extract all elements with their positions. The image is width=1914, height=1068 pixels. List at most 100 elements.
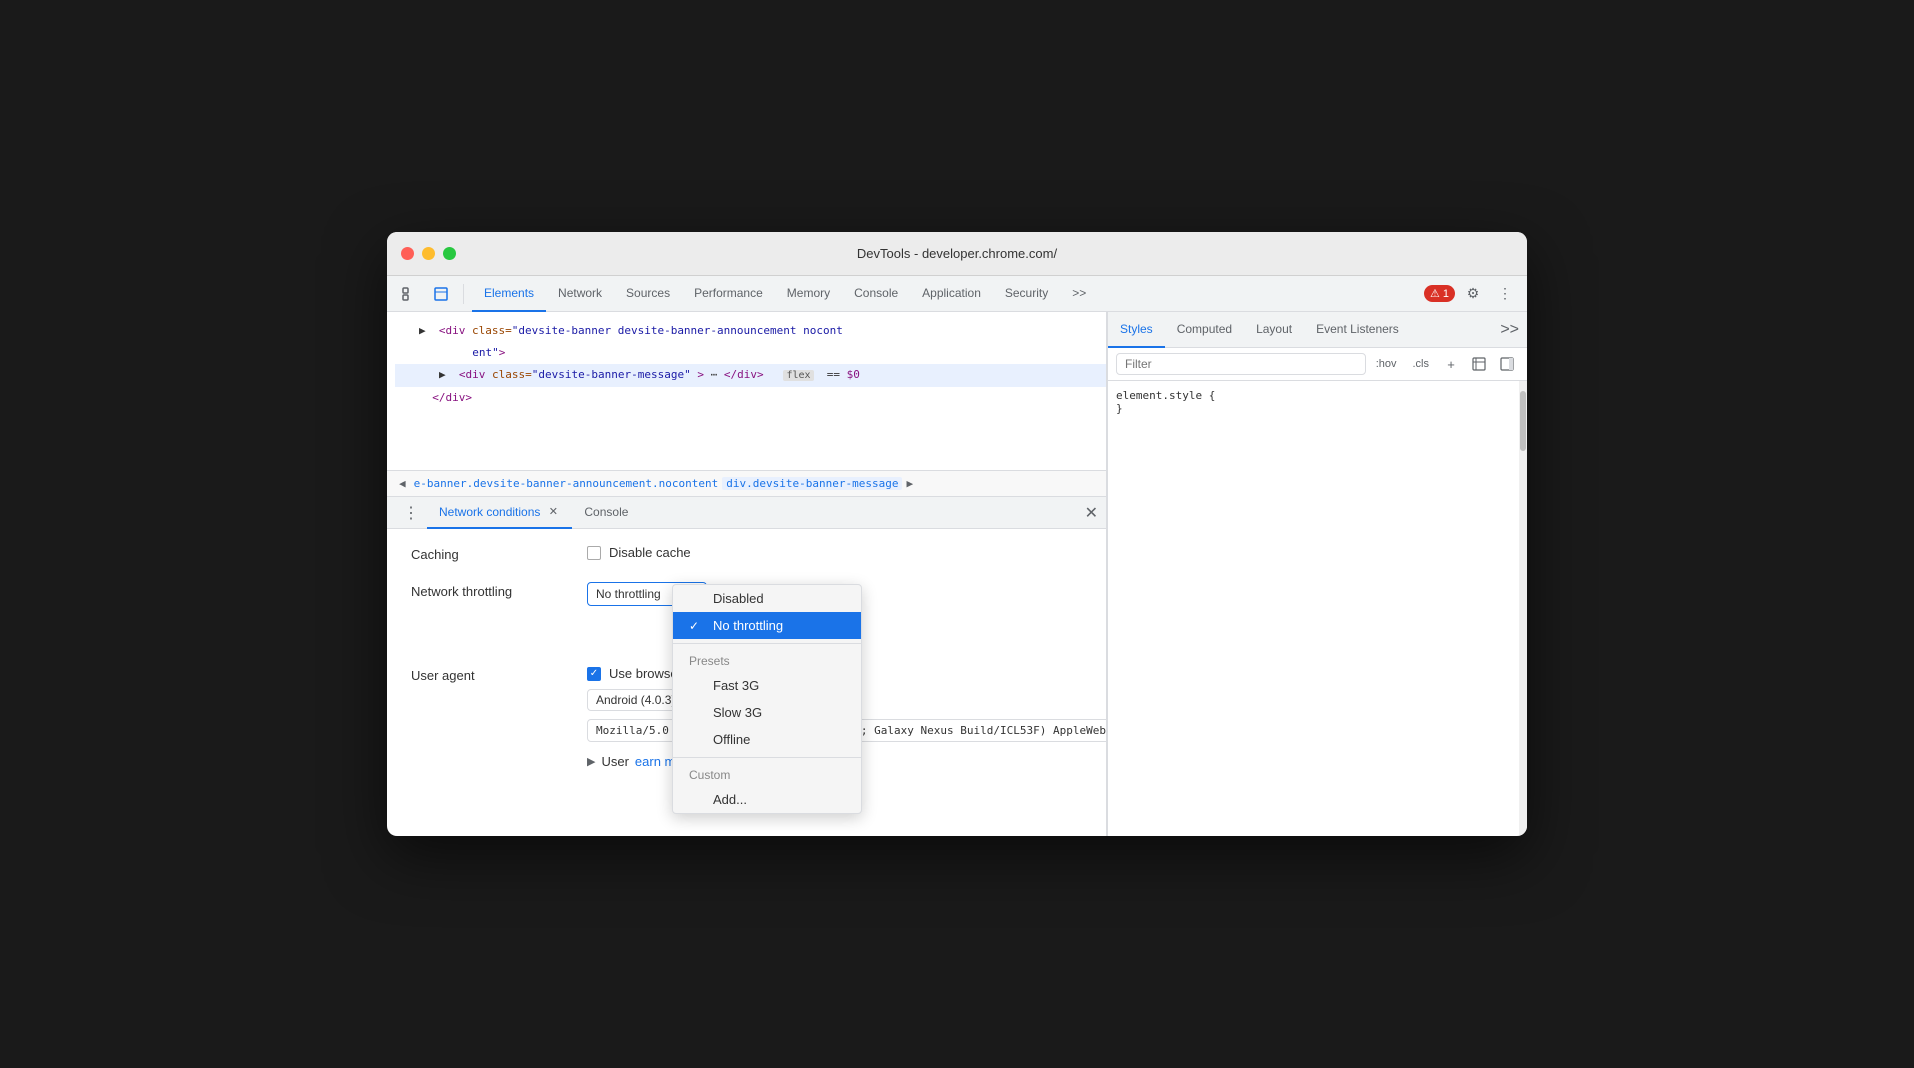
breadcrumb-item-1[interactable]: e-banner.devsite-banner-announcement.noc… [410, 477, 723, 490]
maximize-button[interactable] [443, 247, 456, 260]
breadcrumb-left-arrow[interactable]: ◀ [395, 475, 410, 492]
devtools-body: Elements Network Sources Performance Mem… [387, 276, 1527, 836]
right-tab-layout[interactable]: Layout [1244, 312, 1304, 348]
tab-console-bottom-label: Console [584, 505, 628, 519]
tab-more[interactable]: >> [1060, 276, 1098, 312]
traffic-lights [401, 247, 456, 260]
bottom-tab-dots[interactable]: ⋮ [395, 503, 427, 523]
minimize-button[interactable] [422, 247, 435, 260]
dropdown-label-disabled: Disabled [713, 591, 764, 606]
tab-performance[interactable]: Performance [682, 276, 775, 312]
main-tabs: Elements Network Sources Performance Mem… [472, 276, 1098, 312]
title-bar: DevTools - developer.chrome.com/ [387, 232, 1527, 276]
window-title: DevTools - developer.chrome.com/ [857, 246, 1057, 261]
toolbar-divider-1 [463, 284, 464, 304]
caching-checkbox[interactable] [587, 546, 601, 560]
tab-network[interactable]: Network [546, 276, 614, 312]
caching-checkbox-label: Disable cache [609, 545, 691, 560]
right-tab-styles[interactable]: Styles [1108, 312, 1165, 348]
dropdown-item-no-throttling[interactable]: ✓ No throttling [673, 612, 861, 639]
more-options-icon[interactable]: ⋮ [1491, 280, 1519, 308]
dom-line-3[interactable]: ▶ <div class="devsite-banner-message" > … [395, 364, 1106, 387]
ua-folded-label: User [601, 754, 628, 769]
right-tab-more[interactable]: >> [1492, 321, 1527, 339]
tab-elements[interactable]: Elements [472, 276, 546, 312]
dom-line-4: </div> [395, 387, 1106, 409]
caching-label: Caching [411, 545, 571, 562]
main-toolbar: Elements Network Sources Performance Mem… [387, 276, 1527, 312]
tab-console[interactable]: Console [842, 276, 910, 312]
select-element-icon[interactable] [395, 280, 423, 308]
throttle-selected-value: No throttling [596, 587, 661, 601]
dropdown-label-add: Add... [713, 792, 747, 807]
element-style-closing: } [1116, 402, 1123, 415]
tab-application[interactable]: Application [910, 276, 993, 312]
dropdown-header-custom: Custom [673, 762, 861, 786]
breadcrumb: ◀ e-banner.devsite-banner-announcement.n… [387, 470, 1106, 496]
dropdown-divider-2 [673, 757, 861, 758]
tab-console-bottom[interactable]: Console [572, 497, 640, 529]
check-selected: ✓ [689, 619, 705, 633]
devtools-window: DevTools - developer.chrome.com/ Element… [387, 232, 1527, 836]
breadcrumb-item-2[interactable]: div.devsite-banner-message [722, 477, 902, 490]
styles-main: element.style { } [1108, 381, 1527, 836]
element-style-rule: element.style { } [1116, 389, 1511, 415]
styles-scrollbar[interactable] [1519, 381, 1527, 836]
user-agent-label: User agent [411, 666, 571, 683]
dom-line-2: ent"> [395, 342, 1106, 364]
ua-checkbox[interactable]: ✓ [587, 667, 601, 681]
styles-toolbar: :hov .cls + [1108, 348, 1527, 381]
bottom-tabs: ⋮ Network conditions ✕ Console ✕ [387, 497, 1106, 529]
error-badge[interactable]: ⚠ 1 [1424, 285, 1455, 302]
dropdown-item-slow3g[interactable]: Slow 3G [673, 699, 861, 726]
toolbar-right: ⚠ 1 ⚙ ⋮ [1424, 280, 1519, 308]
bottom-panel-close[interactable]: ✕ [1085, 503, 1098, 523]
computed-style-icon[interactable] [1467, 352, 1491, 376]
tab-memory[interactable]: Memory [775, 276, 842, 312]
flex-badge: flex [783, 370, 813, 381]
dropdown-item-add[interactable]: Add... [673, 786, 861, 813]
throttling-dropdown[interactable]: Disabled ✓ No throttling Presets Fast 3G [672, 584, 862, 814]
dropdown-label-no-throttling: No throttling [713, 618, 783, 633]
left-panel: ▶ <div class="devsite-banner devsite-ban… [387, 312, 1107, 836]
element-style-selector: element.style { [1116, 389, 1215, 402]
bottom-panel: ⋮ Network conditions ✕ Console ✕ [387, 496, 1106, 836]
breadcrumb-right-arrow[interactable]: ▶ [902, 475, 917, 492]
toggle-sidebar-icon[interactable] [1495, 352, 1519, 376]
main-content: ▶ <div class="devsite-banner devsite-ban… [387, 312, 1527, 836]
styles-filter-input[interactable] [1116, 353, 1366, 375]
dropdown-label-slow3g: Slow 3G [713, 705, 762, 720]
caching-row: Caching Disable cache [411, 545, 1082, 562]
tab-network-conditions-label: Network conditions [439, 505, 540, 519]
tab-network-conditions-close[interactable]: ✕ [546, 505, 560, 519]
tab-sources[interactable]: Sources [614, 276, 682, 312]
ua-expand-arrow[interactable]: ▶ [587, 755, 595, 768]
error-count: 1 [1443, 288, 1449, 300]
dom-line-1: ▶ <div class="devsite-banner devsite-ban… [395, 320, 1106, 342]
add-style-icon[interactable]: + [1439, 352, 1463, 376]
settings-icon[interactable]: ⚙ [1459, 280, 1487, 308]
dom-expand-1[interactable]: ▶ [419, 324, 426, 337]
right-panel: Styles Computed Layout Event Listeners >… [1107, 312, 1527, 836]
right-tabs: Styles Computed Layout Event Listeners >… [1108, 312, 1527, 348]
dropdown-item-offline[interactable]: Offline [673, 726, 861, 753]
right-tab-computed[interactable]: Computed [1165, 312, 1244, 348]
network-conditions-panel: Caching Disable cache Network throttling [387, 529, 1106, 836]
dropdown-label-offline: Offline [713, 732, 750, 747]
warning-icon: ⚠ [1430, 287, 1440, 300]
dom-tree[interactable]: ▶ <div class="devsite-banner devsite-ban… [387, 312, 1106, 470]
right-tab-event-listeners[interactable]: Event Listeners [1304, 312, 1411, 348]
scrollbar-thumb[interactable] [1520, 391, 1526, 451]
caching-control: Disable cache [587, 545, 1082, 560]
tab-network-conditions[interactable]: Network conditions ✕ [427, 497, 572, 529]
cls-button[interactable]: .cls [1407, 356, 1436, 372]
dropdown-item-disabled[interactable]: Disabled [673, 585, 861, 612]
dropdown-item-fast3g[interactable]: Fast 3G [673, 672, 861, 699]
tab-security[interactable]: Security [993, 276, 1060, 312]
hov-button[interactable]: :hov [1370, 356, 1403, 372]
inspect-icon[interactable] [427, 280, 455, 308]
dropdown-label-fast3g: Fast 3G [713, 678, 759, 693]
close-button[interactable] [401, 247, 414, 260]
dropdown-divider-1 [673, 643, 861, 644]
dropdown-header-presets: Presets [673, 648, 861, 672]
